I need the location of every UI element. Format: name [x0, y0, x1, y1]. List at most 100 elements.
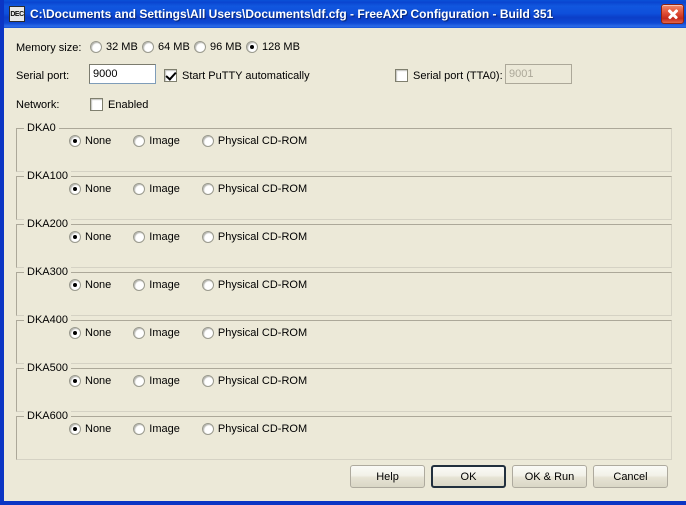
dka400-option-physical-cdrom-label: Physical CD-ROM	[217, 327, 308, 339]
memory-size-label: Memory size:	[16, 42, 82, 54]
window-title: C:\Documents and Settings\All Users\Docu…	[30, 7, 554, 21]
device-group-dka600: DKA600 None Image Physical CD-ROM	[16, 410, 672, 460]
network-enabled-label: Enabled	[108, 98, 149, 111]
dka400-option-image[interactable]: Image	[133, 327, 180, 339]
ok-button[interactable]: OK	[431, 465, 506, 488]
dka500-option-image-label: Image	[149, 375, 180, 387]
device-group-dka600-title: DKA600	[24, 410, 71, 422]
dka500-option-image[interactable]: Image	[133, 375, 180, 387]
dka100-option-physical-cdrom-label: Physical CD-ROM	[217, 183, 308, 195]
dka600-option-image[interactable]: Image	[133, 423, 180, 435]
dka500-option-physical-cdrom-label: Physical CD-ROM	[217, 375, 308, 387]
network-label: Network:	[16, 99, 60, 111]
radio-indicator	[69, 135, 81, 147]
radio-indicator	[194, 41, 206, 53]
radio-indicator	[90, 41, 102, 53]
dka500-option-physical-cdrom[interactable]: Physical CD-ROM	[201, 375, 308, 387]
memory-option-32mb[interactable]: 32 MB	[90, 41, 138, 53]
checkbox-indicator	[90, 98, 103, 111]
checkbox-indicator	[395, 69, 408, 82]
dka100-option-none[interactable]: None	[69, 183, 111, 195]
dka100-option-image[interactable]: Image	[133, 183, 180, 195]
start-putty-label: Start PuTTY automatically	[182, 69, 310, 82]
dka300-option-physical-cdrom-label: Physical CD-ROM	[217, 279, 308, 291]
radio-indicator	[133, 327, 146, 339]
radio-indicator	[69, 183, 81, 195]
dka500-option-none-label: None	[85, 375, 112, 387]
dec-app-icon: DEC	[9, 6, 25, 22]
device-group-dka0-title: DKA0	[24, 122, 59, 134]
dka100-option-physical-cdrom[interactable]: Physical CD-ROM	[201, 183, 308, 195]
memory-option-96mb-label: 96 MB	[210, 41, 242, 53]
memory-option-128mb[interactable]: 128 MB	[246, 41, 300, 53]
device-group-dka200-title: DKA200	[24, 218, 71, 230]
dka600-option-physical-cdrom-label: Physical CD-ROM	[217, 423, 308, 435]
dka600-option-none-label: None	[85, 423, 112, 435]
start-putty-checkbox[interactable]: Start PuTTY automatically	[164, 69, 310, 82]
dka200-option-image[interactable]: Image	[133, 231, 180, 243]
radio-indicator	[69, 375, 81, 387]
configuration-dialog-window: DEC C:\Documents and Settings\All Users\…	[0, 0, 686, 505]
dka0-option-none[interactable]: None	[69, 135, 111, 147]
device-group-dka200: DKA200 None Image Physical CD-ROM	[16, 218, 672, 268]
dka300-option-none-label: None	[85, 279, 112, 291]
dka600-option-none[interactable]: None	[69, 423, 111, 435]
dka0-option-none-label: None	[85, 135, 112, 147]
ok-and-run-button[interactable]: OK & Run	[512, 465, 587, 488]
dka0-option-physical-cdrom-label: Physical CD-ROM	[217, 135, 308, 147]
dka500-option-none[interactable]: None	[69, 375, 111, 387]
dka400-option-none[interactable]: None	[69, 327, 111, 339]
serial-port-label: Serial port:	[16, 70, 70, 82]
dka300-option-physical-cdrom[interactable]: Physical CD-ROM	[201, 279, 308, 291]
radio-indicator	[246, 41, 258, 53]
checkbox-indicator	[164, 69, 177, 82]
close-icon[interactable]	[661, 4, 684, 24]
device-group-dka100-title: DKA100	[24, 170, 71, 182]
dka600-option-physical-cdrom[interactable]: Physical CD-ROM	[201, 423, 308, 435]
serial-port-tta0-input[interactable]	[505, 64, 572, 84]
memory-option-32mb-label: 32 MB	[106, 41, 138, 53]
dka200-option-none[interactable]: None	[69, 231, 111, 243]
memory-option-96mb[interactable]: 96 MB	[194, 41, 242, 53]
radio-indicator	[133, 423, 146, 435]
radio-indicator	[133, 183, 146, 195]
memory-option-64mb-label: 64 MB	[158, 41, 190, 53]
serial-port-tta0-checkbox[interactable]: Serial port (TTA0):	[395, 69, 503, 82]
dka300-option-image[interactable]: Image	[133, 279, 180, 291]
network-enabled-checkbox[interactable]: Enabled	[90, 98, 148, 111]
memory-option-64mb[interactable]: 64 MB	[142, 41, 190, 53]
dka300-option-image-label: Image	[149, 279, 180, 291]
radio-indicator	[201, 423, 214, 435]
dka400-option-physical-cdrom[interactable]: Physical CD-ROM	[201, 327, 308, 339]
memory-option-128mb-label: 128 MB	[262, 41, 300, 53]
radio-indicator	[69, 327, 81, 339]
dka300-option-none[interactable]: None	[69, 279, 111, 291]
radio-indicator	[133, 279, 146, 291]
dka0-option-image-label: Image	[149, 135, 180, 147]
help-button[interactable]: Help	[350, 465, 425, 488]
device-group-dka500-title: DKA500	[24, 362, 71, 374]
dka200-option-none-label: None	[85, 231, 112, 243]
radio-indicator	[201, 375, 214, 387]
device-group-dka400: DKA400 None Image Physical CD-ROM	[16, 314, 672, 364]
device-group-dka300: DKA300 None Image Physical CD-ROM	[16, 266, 672, 316]
dka100-option-none-label: None	[85, 183, 112, 195]
dka0-option-physical-cdrom[interactable]: Physical CD-ROM	[201, 135, 308, 147]
radio-indicator	[133, 231, 146, 243]
title-bar[interactable]: DEC C:\Documents and Settings\All Users\…	[4, 0, 686, 28]
device-group-dka300-title: DKA300	[24, 266, 71, 278]
dka200-option-image-label: Image	[149, 231, 180, 243]
radio-indicator	[201, 231, 214, 243]
serial-port-input[interactable]	[89, 64, 156, 84]
dka0-option-image[interactable]: Image	[133, 135, 180, 147]
device-group-dka0: DKA0 None Image Physical CD-ROM	[16, 122, 672, 172]
cancel-button[interactable]: Cancel	[593, 465, 668, 488]
dka400-option-image-label: Image	[149, 327, 180, 339]
serial-port-tta0-label: Serial port (TTA0):	[413, 69, 503, 82]
dka200-option-physical-cdrom[interactable]: Physical CD-ROM	[201, 231, 307, 243]
device-group-dka400-title: DKA400	[24, 314, 71, 326]
dialog-client-area: Memory size: 32 MB 64 MB 96 MB 128 MB Se…	[8, 28, 686, 501]
radio-indicator	[201, 135, 214, 147]
radio-indicator	[201, 279, 214, 291]
radio-indicator	[201, 183, 214, 195]
